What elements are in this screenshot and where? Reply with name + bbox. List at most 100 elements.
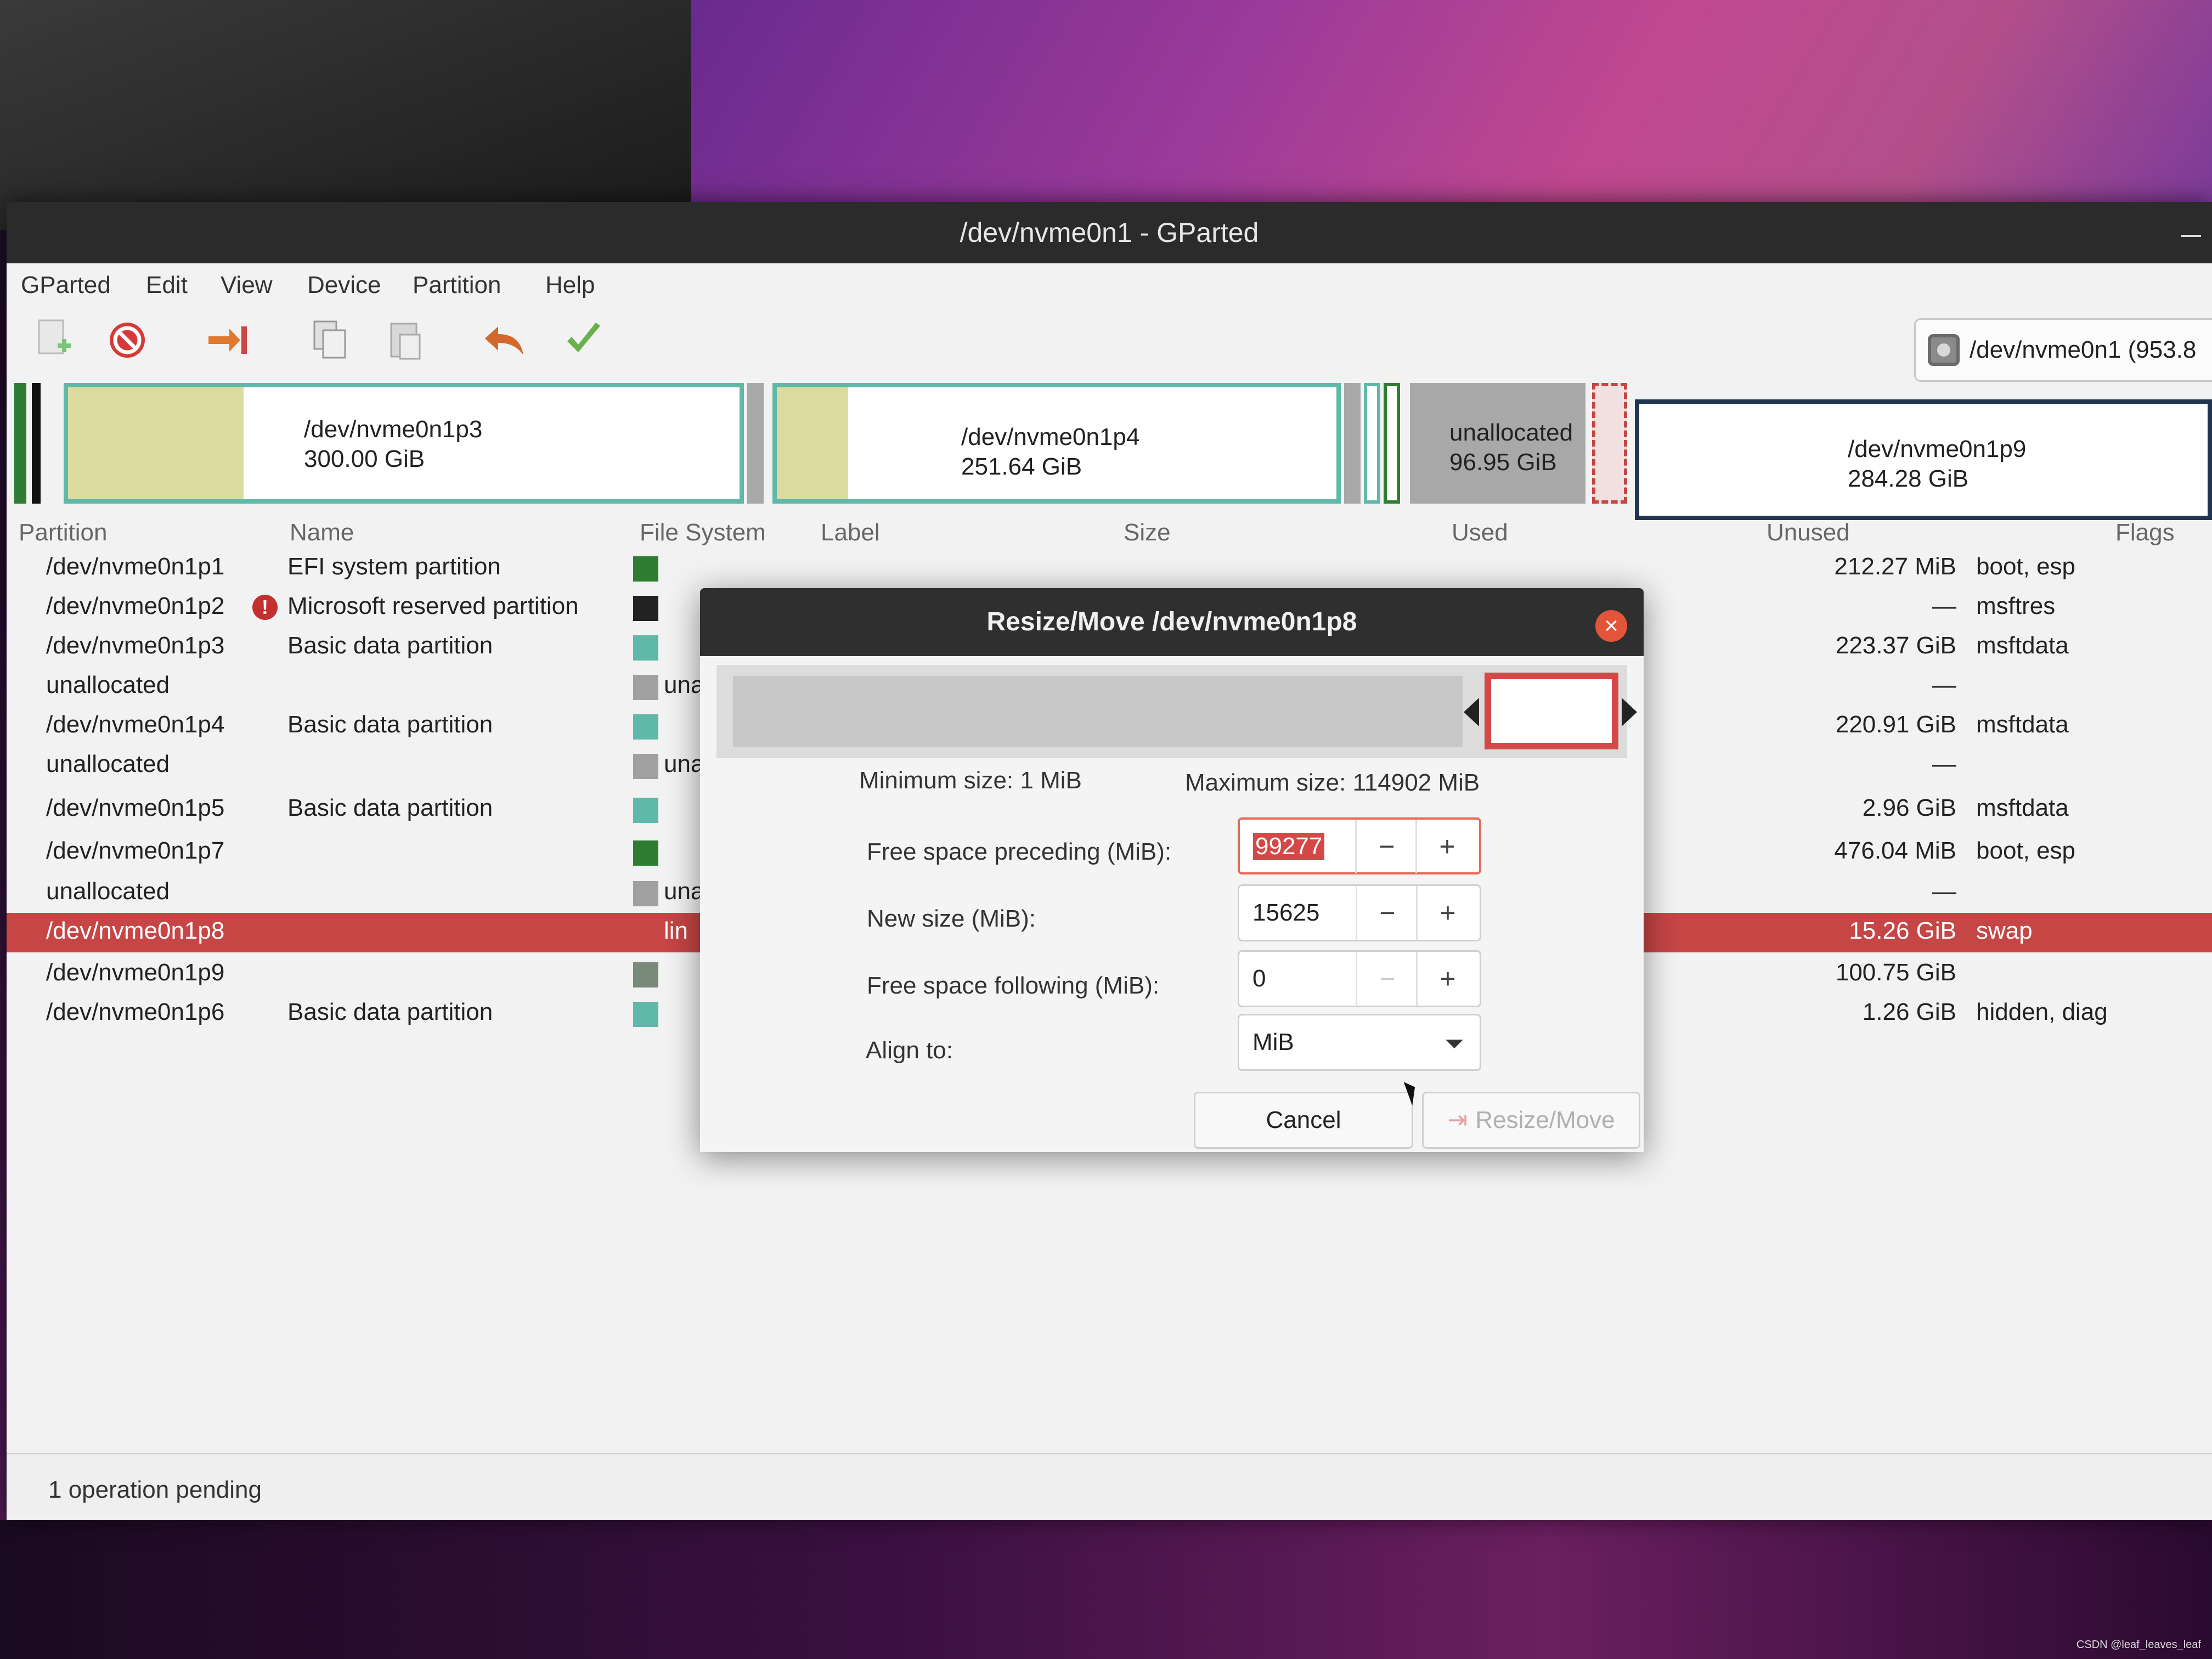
disk-segment-p3-name: /dev/nvme0n1p3	[304, 416, 483, 443]
chevron-down-icon	[1446, 1040, 1463, 1048]
resize-left-handle[interactable]	[1464, 698, 1479, 726]
row-unused: 2.96 GiB	[1862, 794, 1956, 821]
delete-icon[interactable]	[104, 317, 150, 363]
resize-move-dialog: Resize/Move /dev/nvme0n1p8 × Minimum siz…	[700, 588, 1644, 1152]
col-size[interactable]: Size	[1124, 519, 1171, 546]
col-used[interactable]: Used	[1452, 519, 1508, 546]
menu-view[interactable]: View	[221, 263, 273, 307]
menubar: GParted Edit View Device Partition Help	[7, 263, 2212, 307]
disk-segment-p7[interactable]	[1384, 383, 1400, 504]
following-label: Free space following (MiB):	[867, 972, 1160, 999]
filesystem-color-swatch	[633, 798, 658, 823]
row-partition: unallocated	[46, 672, 170, 698]
disk-segment-unallocated-1[interactable]	[747, 383, 764, 504]
disk-segment-p2[interactable]	[32, 383, 41, 504]
disk-icon	[1928, 334, 1960, 366]
row-flags: msftres	[1976, 592, 2056, 619]
device-selector-label: /dev/nvme0n1 (953.8	[1970, 336, 2197, 363]
row-flags: hidden, diag	[1976, 998, 2108, 1025]
cancel-button[interactable]: Cancel	[1194, 1092, 1413, 1149]
col-name[interactable]: Name	[290, 519, 354, 546]
align-label: Align to:	[866, 1037, 953, 1064]
col-flags[interactable]: Flags	[2115, 519, 2175, 546]
row-name: Basic data partition	[287, 632, 493, 659]
disk-segment-p3[interactable]: /dev/nvme0n1p3 300.00 GiB	[64, 383, 744, 504]
following-spinbox[interactable]: 0 − +	[1238, 950, 1481, 1007]
disk-segment-p4-size: 251.64 GiB	[961, 453, 1082, 480]
dialog-title: Resize/Move /dev/nvme0n1p8	[700, 588, 1644, 656]
filesystem-color-swatch	[633, 840, 658, 866]
filesystem-color-swatch	[633, 754, 658, 779]
min-size-label: Minimum size: 1 MiB	[859, 767, 1082, 794]
disk-segment-p8[interactable]	[1592, 383, 1627, 504]
device-selector[interactable]: /dev/nvme0n1 (953.8	[1914, 318, 2212, 382]
menu-edit[interactable]: Edit	[146, 263, 188, 307]
align-value: MiB	[1252, 1029, 1294, 1056]
row-partition: /dev/nvme0n1p3	[46, 632, 225, 659]
table-row[interactable]: /dev/nvme0n1p1 EFI system partition 212.27…	[7, 549, 2212, 588]
new-size-spinbox[interactable]: 15625 − +	[1238, 884, 1481, 941]
row-flags: swap	[1976, 917, 2033, 944]
apply-icon[interactable]	[561, 317, 607, 363]
disk-segment-p9[interactable]: /dev/nvme0n1p9 284.28 GiB	[1635, 399, 2212, 520]
copy-icon[interactable]	[307, 317, 353, 363]
preceding-increment-button[interactable]: +	[1415, 820, 1477, 873]
disk-segment-unallocated-2[interactable]	[1344, 383, 1361, 504]
col-partition[interactable]: Partition	[19, 519, 107, 546]
col-label[interactable]: Label	[821, 519, 880, 546]
menu-partition[interactable]: Partition	[413, 263, 501, 307]
row-name: Basic data partition	[287, 998, 493, 1025]
row-partition: /dev/nvme0n1p6	[46, 998, 225, 1025]
following-value[interactable]: 0	[1252, 965, 1266, 992]
resize-right-handle[interactable]	[1622, 698, 1637, 726]
preceding-decrement-button[interactable]: −	[1355, 820, 1417, 873]
row-name: EFI system partition	[287, 553, 501, 580]
menu-device[interactable]: Device	[307, 263, 381, 307]
preceding-value[interactable]: 99277	[1253, 833, 1325, 860]
row-partition: /dev/nvme0n1p5	[46, 794, 225, 821]
filesystem-color-swatch	[633, 962, 658, 988]
row-unused: 1.26 GiB	[1862, 998, 1956, 1025]
background-desk	[0, 1520, 2212, 1659]
row-partition: /dev/nvme0n1p2	[46, 592, 225, 619]
col-filesystem[interactable]: File System	[640, 519, 766, 546]
background-dark	[0, 0, 691, 230]
paste-icon[interactable]	[383, 317, 429, 363]
disk-segment-p4[interactable]: /dev/nvme0n1p4 251.64 GiB	[772, 383, 1341, 504]
warning-icon: !	[252, 595, 278, 620]
free-space-preceding-area	[733, 676, 1463, 747]
disk-segment-unallocated-3[interactable]: unallocated 96.95 GiB	[1410, 383, 1585, 504]
new-partition-icon[interactable]	[32, 317, 78, 363]
resize-move-button[interactable]: ⇥ Resize/Move	[1422, 1092, 1640, 1149]
row-partition: /dev/nvme0n1p8	[46, 917, 225, 944]
row-name: Microsoft reserved partition	[287, 592, 579, 619]
partition-drag-box[interactable]	[1485, 673, 1618, 749]
menu-help[interactable]: Help	[545, 263, 595, 307]
window-titlebar: /dev/nvme0n1 - GParted	[7, 202, 2212, 263]
menu-gparted[interactable]: GParted	[21, 263, 111, 307]
filesystem-color-swatch	[633, 714, 658, 740]
window-title: /dev/nvme0n1 - GParted	[960, 217, 1259, 248]
minimize-button[interactable]	[2181, 235, 2201, 237]
new-size-increment-button[interactable]: +	[1416, 886, 1478, 940]
row-unused: —	[1932, 878, 1956, 905]
disk-segment-p1[interactable]	[14, 383, 26, 504]
align-combobox[interactable]: MiB	[1238, 1014, 1481, 1071]
new-size-value[interactable]: 15625	[1252, 899, 1319, 927]
preceding-label: Free space preceding (MiB):	[867, 838, 1172, 865]
following-increment-button[interactable]: +	[1416, 952, 1478, 1006]
new-size-decrement-button[interactable]: −	[1356, 886, 1418, 940]
resize-move-icon[interactable]	[205, 317, 251, 363]
undo-icon[interactable]	[482, 317, 528, 363]
status-text: 1 operation pending	[48, 1476, 262, 1503]
dialog-close-button[interactable]: ×	[1595, 610, 1627, 642]
row-filesystem: una	[664, 878, 704, 905]
disk-graph: /dev/nvme0n1p3 300.00 GiB /dev/nvme0n1p4…	[7, 383, 2212, 520]
disk-segment-p5[interactable]	[1364, 383, 1380, 504]
col-unused[interactable]: Unused	[1767, 519, 1850, 546]
filesystem-color-swatch	[633, 596, 658, 621]
following-decrement-button[interactable]: −	[1356, 952, 1418, 1006]
max-size-label: Maximum size: 114902 MiB	[1185, 769, 1480, 796]
preceding-spinbox[interactable]: 99277 − +	[1238, 817, 1481, 874]
background-wallpaper	[691, 0, 2212, 230]
